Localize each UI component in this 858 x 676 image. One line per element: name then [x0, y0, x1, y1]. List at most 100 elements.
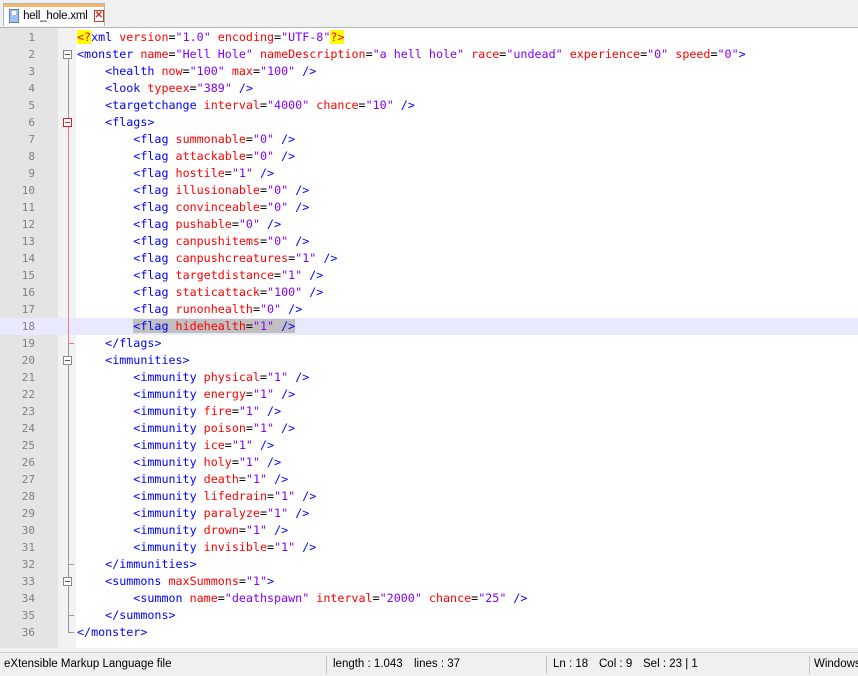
code-line[interactable]: 20 <immunities>: [0, 352, 858, 369]
code-line[interactable]: 8 <flag attackable="0" />: [0, 148, 858, 165]
code-line[interactable]: 34 <summon name="deathspawn" interval="2…: [0, 590, 858, 607]
line-number: 2: [28, 48, 35, 61]
fold-toggle-icon[interactable]: [63, 577, 72, 586]
code-token: <immunity: [133, 387, 204, 401]
code-token: "1": [252, 319, 275, 333]
fold-toggle-icon[interactable]: [63, 118, 72, 127]
code-line[interactable]: 36 </monster>: [0, 624, 858, 641]
code-line[interactable]: 4 <look typeex="389" />: [0, 80, 858, 97]
code-line[interactable]: 14 <flag canpushcreatures="1" />: [0, 250, 858, 267]
code-line[interactable]: 21 <immunity physical="1" />: [0, 369, 858, 386]
code-text: <summon name="deathspawn" interval="2000…: [77, 590, 527, 607]
code-line[interactable]: 13 <flag canpushitems="0" />: [0, 233, 858, 250]
code-line[interactable]: 7 <flag summonable="0" />: [0, 131, 858, 148]
code-token: "0": [267, 183, 289, 197]
code-line[interactable]: 31 <immunity invisible="1" />: [0, 539, 858, 556]
line-number: 18: [21, 320, 35, 333]
code-token: "1": [267, 370, 289, 384]
code-token: "100": [260, 64, 296, 78]
code-text: </monster>: [77, 624, 147, 641]
code-editor[interactable]: 1 <?xml version="1.0" encoding="UTF-8"?> 2…: [0, 28, 858, 648]
code-line[interactable]: 24 <immunity poison="1" />: [0, 420, 858, 437]
code-line[interactable]: 19 </flags>: [0, 335, 858, 352]
code-line[interactable]: 6 <flags>: [0, 114, 858, 131]
fold-toggle-icon[interactable]: [63, 50, 72, 59]
code-token: =: [259, 370, 268, 384]
code-token: interval: [203, 98, 260, 112]
code-text: <immunity lifedrain="1" />: [77, 488, 316, 505]
code-line[interactable]: 35 </summons>: [0, 607, 858, 624]
code-token: />: [309, 268, 324, 282]
code-line[interactable]: 23 <immunity fire="1" />: [0, 403, 858, 420]
code-line[interactable]: 3 <health now="100" max="100" />: [0, 63, 858, 80]
line-number: 4: [28, 82, 35, 95]
code-line[interactable]: 32 </immunities>: [0, 556, 858, 573]
tab-hell-hole-xml[interactable]: hell_hole.xml ✕: [3, 3, 105, 26]
code-line[interactable]: 28 <immunity lifedrain="1" />: [0, 488, 858, 505]
code-token: =: [710, 47, 718, 61]
code-token: />: [267, 455, 282, 469]
line-number: 30: [21, 524, 35, 537]
line-number: 35: [21, 609, 35, 622]
code-line[interactable]: 33 <summons maxSummons="1">: [0, 573, 858, 590]
code-token: =: [245, 387, 253, 401]
code-token: name: [140, 47, 169, 61]
code-token: <?: [77, 30, 92, 44]
code-line[interactable]: 18 <flag hidehealth="1" />: [0, 318, 858, 335]
code-line[interactable]: 30 <immunity drown="1" />: [0, 522, 858, 539]
code-token: <immunity: [133, 523, 204, 537]
close-tab-icon[interactable]: ✕: [93, 10, 104, 22]
code-token: "1": [238, 455, 260, 469]
code-token: =: [231, 217, 239, 231]
tab-label: hell_hole.xml: [23, 10, 88, 22]
fold-end-marker: [68, 343, 74, 344]
code-text: <targetchange interval="4000" chance="10…: [77, 97, 415, 114]
code-line[interactable]: 27 <immunity death="1" />: [0, 471, 858, 488]
line-number: 7: [28, 133, 35, 146]
code-line[interactable]: 29 <immunity paralyze="1" />: [0, 505, 858, 522]
code-line[interactable]: 5 <targetchange interval="4000" chance="…: [0, 97, 858, 114]
line-number: 33: [21, 575, 35, 588]
code-token: />: [295, 370, 310, 384]
code-text: </summons>: [77, 607, 175, 624]
fold-end-marker: [68, 632, 74, 633]
code-token: <flag: [133, 268, 176, 282]
code-token: <immunity: [133, 455, 204, 469]
code-token: <summon: [133, 591, 190, 605]
code-token: "0": [252, 149, 275, 163]
status-lines: lines : 37: [414, 658, 461, 670]
code-line[interactable]: 22 <immunity energy="1" />: [0, 386, 858, 403]
code-line[interactable]: 15 <flag targetdistance="1" />: [0, 267, 858, 284]
code-line[interactable]: 12 <flag pushable="0" />: [0, 216, 858, 233]
code-line[interactable]: 25 <immunity ice="1" />: [0, 437, 858, 454]
code-line[interactable]: 9 <flag hostile="1" />: [0, 165, 858, 182]
code-line[interactable]: 10 <flag illusionable="0" />: [0, 182, 858, 199]
code-line[interactable]: 1 <?xml version="1.0" encoding="UTF-8"?>: [0, 29, 858, 46]
code-token: maxSummons: [168, 574, 239, 588]
code-line[interactable]: 26 <immunity holy="1" />: [0, 454, 858, 471]
code-token: <flag: [133, 234, 176, 248]
code-line[interactable]: 11 <flag convinceable="0" />: [0, 199, 858, 216]
code-text: <immunity drown="1" />: [77, 522, 288, 539]
code-line[interactable]: 17 <flag runonhealth="0" />: [0, 301, 858, 318]
code-token: "2000": [379, 591, 422, 605]
code-line[interactable]: 2 <monster name="Hell Hole" nameDescripti…: [0, 46, 858, 63]
code-token: "1": [231, 166, 253, 180]
fold-toggle-icon[interactable]: [63, 356, 72, 365]
code-line[interactable]: 16 <flag staticattack="100" />: [0, 284, 858, 301]
code-token: "1": [267, 506, 289, 520]
